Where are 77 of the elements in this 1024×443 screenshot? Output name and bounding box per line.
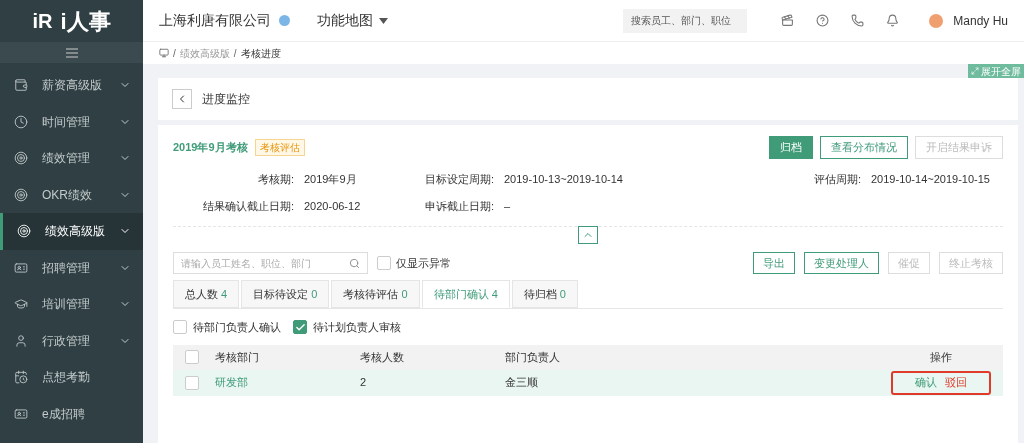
- column-header: 考核人数: [360, 349, 405, 365]
- tab[interactable]: 目标待设定 0: [241, 280, 330, 308]
- caret-icon: [379, 17, 388, 24]
- tab[interactable]: 考核待评估 0: [331, 280, 420, 308]
- table-cell-text: 2: [360, 375, 368, 391]
- field-value: –: [504, 198, 511, 214]
- logo-mark: iR: [32, 9, 53, 34]
- field-value: 2020-06-12: [304, 198, 361, 214]
- sidebar-item[interactable]: 培训管理: [0, 286, 143, 323]
- field-label: 目标设定周期:: [423, 172, 494, 187]
- sidebar-item[interactable]: 薪资高级版: [0, 67, 143, 104]
- search-field[interactable]: 搜索员工、部门、职位: [623, 8, 748, 33]
- sidebar-item[interactable]: OKR绩效: [0, 176, 143, 213]
- status-tag: 考核评估: [254, 139, 305, 156]
- collapse-button[interactable]: [578, 226, 598, 244]
- notification-icon[interactable]: [886, 14, 900, 27]
- phone-icon[interactable]: [851, 14, 865, 27]
- column-header: 部门负责人: [505, 349, 561, 365]
- breadcrumb-separator: /: [233, 46, 237, 61]
- tab[interactable]: 总人数 4: [173, 280, 240, 308]
- checkbox[interactable]: [377, 256, 391, 270]
- breadcrumb-separator: /: [173, 46, 176, 61]
- field-label: 结果确认截止日期:: [201, 198, 294, 214]
- help-icon[interactable]: [816, 14, 830, 27]
- id-card-icon: [14, 406, 28, 421]
- avatar[interactable]: [929, 13, 944, 28]
- row-checkbox[interactable]: [185, 375, 199, 390]
- field-label: 评估周期:: [813, 172, 861, 187]
- graduation-cap-icon: [14, 297, 28, 312]
- id-card-icon: [14, 260, 28, 275]
- field-value: 2019年9月: [304, 172, 357, 187]
- checkbox-label: 仅显示异常: [396, 255, 451, 271]
- checkbox-label: 待部门负责人确认: [193, 320, 281, 335]
- sidebar-item[interactable]: 招聘管理: [0, 249, 143, 286]
- sidebar-item[interactable]: 绩效高级版: [0, 213, 143, 250]
- checkbox[interactable]: [293, 320, 307, 335]
- target-icon: [14, 187, 28, 202]
- field-label: 考核期:: [256, 172, 294, 187]
- back-button[interactable]: [172, 89, 192, 109]
- tab[interactable]: 待归档 0: [511, 280, 578, 308]
- field-value: 2019-10-13~2019-10-14: [504, 172, 623, 187]
- calendar-icon: [14, 370, 28, 385]
- action-button[interactable]: 查看分布情况: [820, 136, 908, 159]
- page-title: 进度监控: [202, 91, 250, 108]
- field-label: 申诉截止日期:: [423, 198, 494, 214]
- column-header: 考核部门: [215, 349, 260, 365]
- target-icon: [14, 151, 28, 166]
- tab[interactable]: 待部门确认 4: [421, 280, 510, 308]
- function-map-menu[interactable]: 功能地图: [317, 10, 388, 31]
- column-header: 操作: [929, 349, 953, 365]
- person-icon: [14, 333, 28, 348]
- menu-icon[interactable]: [0, 42, 143, 63]
- sidebar-item[interactable]: e成招聘: [0, 395, 143, 432]
- sidebar-item[interactable]: 点想考勤: [0, 359, 143, 396]
- search-icon: [349, 257, 360, 269]
- checkbox-label: 待计划负责人审核: [313, 320, 401, 335]
- review-title: 2019年9月考核: [173, 140, 248, 156]
- wallet-icon: [14, 78, 28, 93]
- video-icon[interactable]: [781, 14, 795, 27]
- row-action-link[interactable]: 驳回: [945, 374, 967, 391]
- table-cell-text: 金三顺: [505, 375, 539, 391]
- breadcrumb-current: 考核进度: [240, 46, 281, 61]
- sidebar-item[interactable]: 绩效管理: [0, 140, 143, 177]
- company-name: 上海利唐有限公司: [159, 11, 271, 30]
- action-button[interactable]: 变更处理人: [804, 252, 879, 274]
- checkbox[interactable]: [173, 320, 187, 335]
- logo: i人事: [60, 7, 111, 36]
- field-value: 2019-10-14~2019-10-15: [871, 172, 991, 187]
- employee-search-field[interactable]: 请输入员工姓名、职位、部门: [173, 252, 368, 274]
- sidebar-item[interactable]: 行政管理: [0, 322, 143, 359]
- target-icon: [17, 224, 31, 239]
- clock-icon: [14, 114, 28, 129]
- sidebar-item[interactable]: 时间管理: [0, 103, 143, 140]
- action-button[interactable]: 导出: [753, 252, 795, 274]
- expand-icon: [971, 67, 979, 75]
- select-all-checkbox[interactable]: [185, 350, 199, 364]
- user-name[interactable]: Mandy Hu: [953, 11, 1008, 30]
